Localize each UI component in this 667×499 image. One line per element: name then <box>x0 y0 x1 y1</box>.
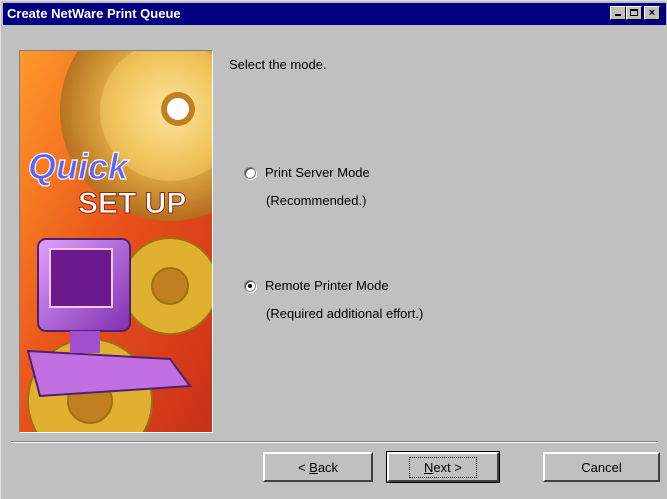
minimize-button[interactable] <box>610 6 626 20</box>
window-title: Create NetWare Print Queue <box>7 6 181 21</box>
back-button[interactable]: < Back <box>263 452 373 482</box>
mode-prompt: Select the mode. <box>229 57 327 72</box>
print-server-radio[interactable] <box>244 166 256 179</box>
cancel-button[interactable]: Cancel <box>543 452 660 482</box>
back-label: ack <box>317 459 339 475</box>
option-remote-printer[interactable]: Remote Printer Mode <box>244 278 389 293</box>
cd-hole <box>161 92 195 126</box>
minimize-icon <box>615 14 621 16</box>
maximize-icon <box>630 9 638 16</box>
button-separator <box>11 441 658 443</box>
remote-printer-note: (Required additional effort.) <box>266 306 424 321</box>
banner-setup-text: SET UP <box>78 187 186 220</box>
next-focus-rect: Next > <box>409 456 477 478</box>
option-print-server[interactable]: Print Server Mode <box>244 165 370 180</box>
maximize-button[interactable] <box>626 6 642 20</box>
next-button[interactable]: Next > <box>386 451 500 483</box>
back-arrow-icon: < <box>297 459 306 475</box>
next-label: ext <box>433 459 451 475</box>
close-icon: × <box>648 7 656 19</box>
wizard-window: Create NetWare Print Queue × Quick SET U… <box>0 0 667 499</box>
remote-printer-label[interactable]: Remote Printer Mode <box>265 278 389 293</box>
close-button[interactable]: × <box>644 6 660 20</box>
print-server-note: (Recommended.) <box>266 193 367 208</box>
next-arrow-icon: > <box>454 459 462 475</box>
banner-quick-text: Quick <box>28 146 130 187</box>
remote-printer-radio[interactable] <box>244 279 256 292</box>
back-mnemonic: B <box>309 459 318 475</box>
next-mnemonic: N <box>424 459 434 475</box>
quick-setup-banner: Quick SET UP <box>19 50 213 433</box>
print-server-label[interactable]: Print Server Mode <box>265 165 370 180</box>
title-bar[interactable]: Create NetWare Print Queue × <box>3 3 666 25</box>
